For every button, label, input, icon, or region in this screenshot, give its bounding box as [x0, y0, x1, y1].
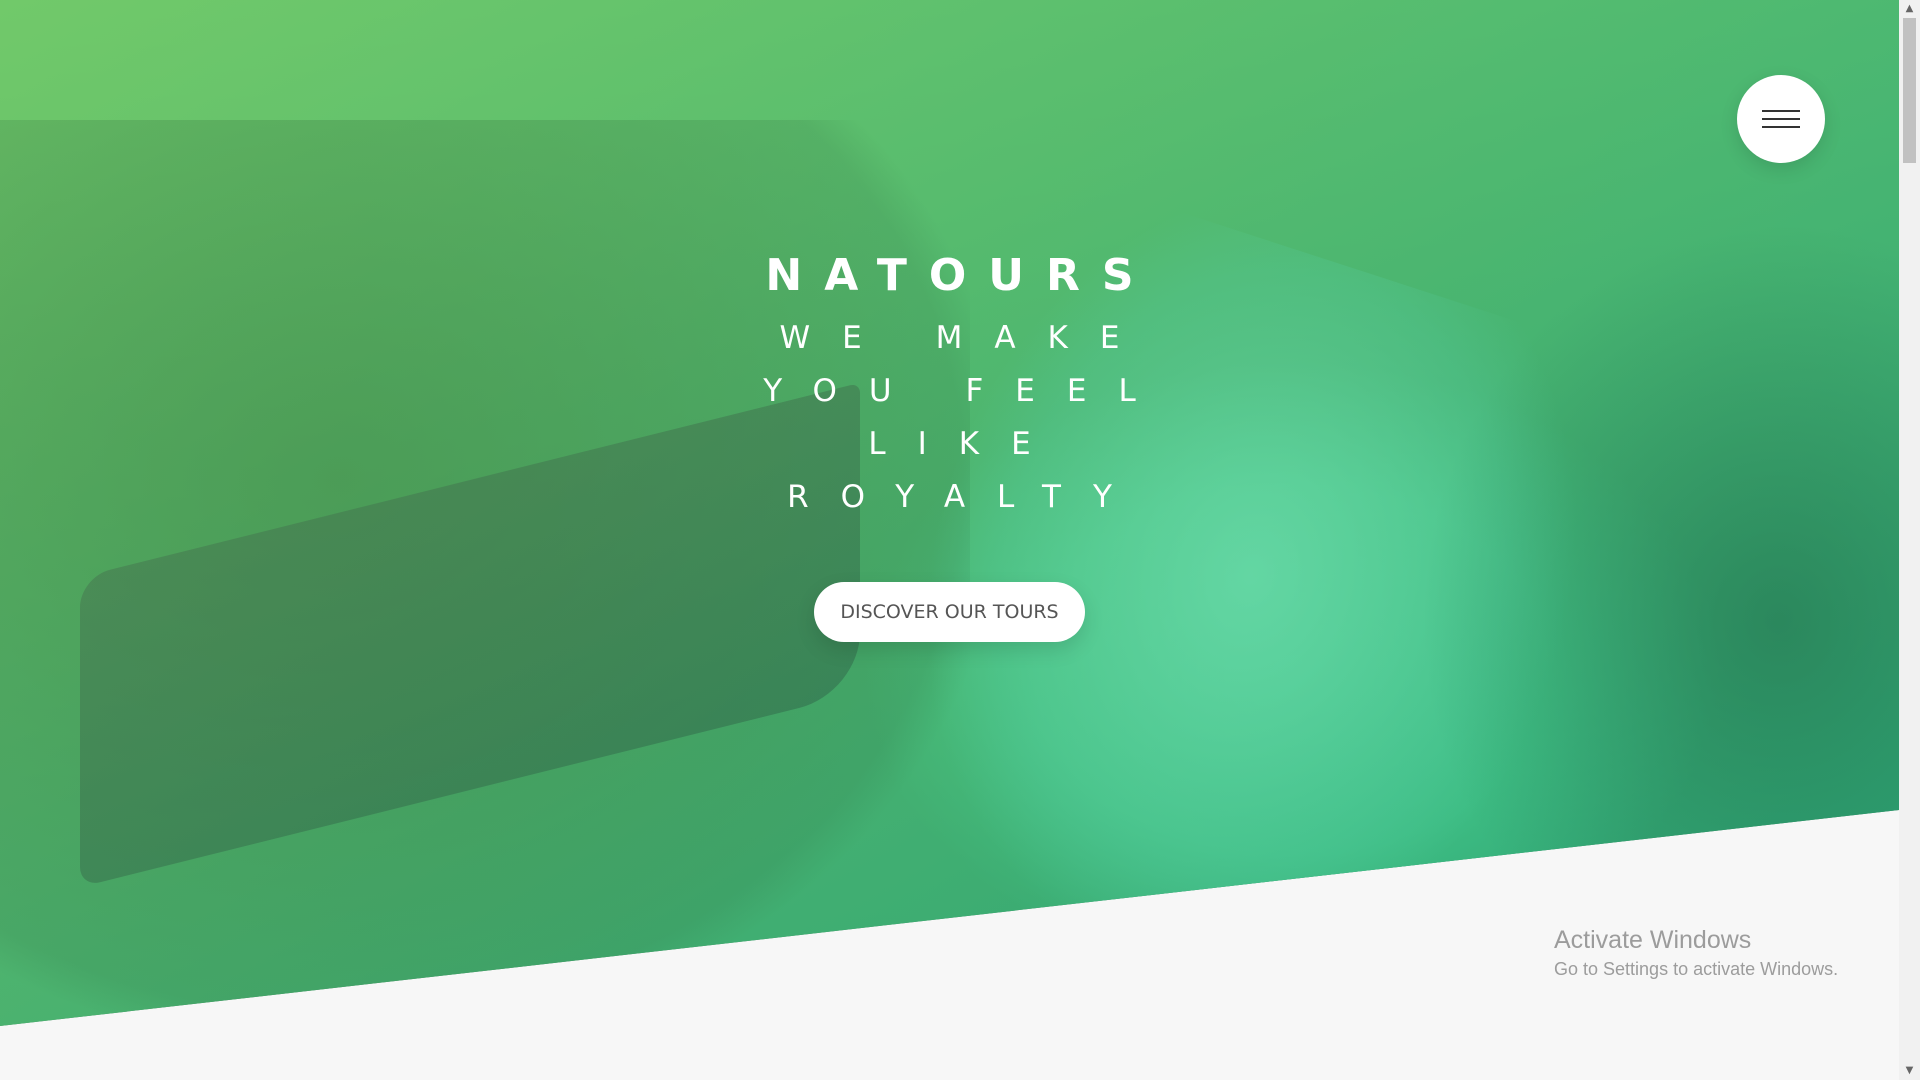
- brand-title: NATOURS: [765, 250, 1156, 301]
- scroll-up-arrow-icon[interactable]: ▲: [1903, 3, 1916, 15]
- watermark-title: Activate Windows: [1554, 926, 1752, 954]
- page: NATOURS WE MAKE YOU FEEL LIKE ROYALTY DI…: [0, 0, 1920, 1080]
- vertical-scrollbar[interactable]: ▲ ▼: [1899, 0, 1920, 1080]
- watermark-subtitle: Go to Settings to activate Windows.: [1554, 959, 1839, 979]
- navigation-menu-button[interactable]: [1737, 75, 1825, 163]
- hero-tagline: WE MAKE YOU FEEL LIKE ROYALTY: [763, 320, 1168, 515]
- scrollbar-thumb[interactable]: [1903, 18, 1916, 163]
- discover-tours-button[interactable]: DISCOVER OUR TOURS: [814, 582, 1085, 642]
- windows-activation-watermark: Activate Windows Go to Settings to activ…: [1554, 924, 1838, 982]
- hero-heading: NATOURS WE MAKE YOU FEEL LIKE ROYALTY DI…: [0, 248, 1899, 642]
- scroll-down-arrow-icon[interactable]: ▼: [1903, 1065, 1916, 1077]
- hamburger-menu-icon: [1762, 75, 1800, 163]
- hero-section: NATOURS WE MAKE YOU FEEL LIKE ROYALTY DI…: [0, 0, 1899, 1026]
